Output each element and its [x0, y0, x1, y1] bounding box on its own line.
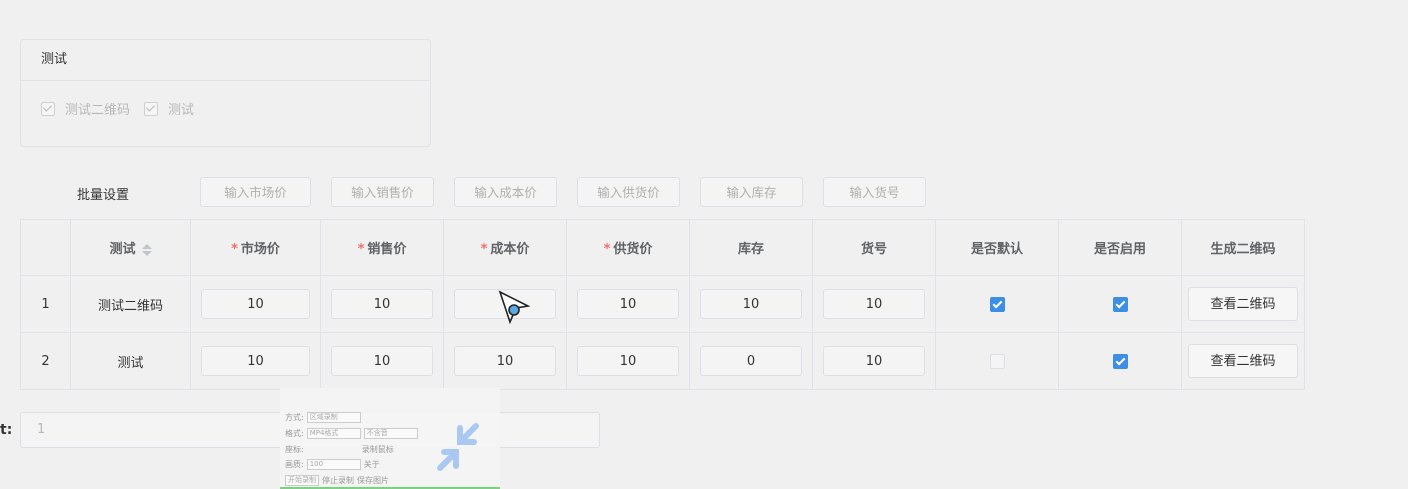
- table-row: 1 测试二维码 10 10 10 10 10 查看二维码: [20, 275, 1305, 333]
- col-is-default: 是否默认: [935, 219, 1059, 276]
- sku-input[interactable]: 10: [823, 289, 925, 319]
- recorder-mouse-toggle[interactable]: 录制鼠标: [362, 444, 394, 455]
- stock-input[interactable]: 0: [700, 346, 802, 376]
- recorder-quality-row: 画质: 100 关于: [285, 459, 380, 470]
- batch-sku-button[interactable]: 输入货号: [823, 177, 926, 207]
- col-index: [20, 219, 71, 276]
- required-mark: *: [231, 242, 238, 257]
- col-name-label: 测试: [109, 242, 136, 257]
- recorder-format-row: 格式: MP4格式 不含音: [285, 428, 418, 439]
- recorder-coord-row: 座标: 录制鼠标: [285, 444, 394, 455]
- sale-price-input[interactable]: 10: [331, 289, 433, 319]
- recorder-actions-row: 开始录制 停止录制 保存图片: [285, 475, 389, 486]
- recorder-coord-label: 座标:: [285, 445, 304, 454]
- required-mark: *: [480, 242, 488, 257]
- spec-options: 测试二维码 测试: [21, 81, 430, 118]
- required-mark: *: [603, 242, 611, 257]
- row-index: 2: [20, 332, 71, 390]
- is-default-checkbox[interactable]: [989, 353, 1005, 369]
- col-sku: 货号: [812, 219, 936, 276]
- col-market-price-label: 市场价: [240, 242, 280, 257]
- col-name[interactable]: 测试: [70, 219, 191, 276]
- supply-price-input[interactable]: 10: [577, 289, 679, 319]
- col-supply-price: * 供货价: [566, 219, 690, 276]
- col-stock: 库存: [689, 219, 813, 276]
- sku-table: 测试 * 市场价 * 销售价 * 成本价 * 供货价 库存 货号 是否默认 是否启用 生…: [20, 219, 1305, 390]
- col-is-enabled: 是否启用: [1058, 219, 1182, 276]
- batch-market-price-button[interactable]: 输入市场价: [200, 177, 311, 207]
- row-name: 测试二维码: [70, 275, 191, 333]
- batch-cost-price-button[interactable]: 输入成本价: [454, 177, 557, 207]
- recorder-stop-button[interactable]: 停止录制: [322, 475, 354, 486]
- recorder-overlay: 方式: 区域录制 格式: MP4格式 不含音 座标: 录制鼠标 画质: 100 …: [280, 388, 500, 489]
- sale-price-input[interactable]: 10: [331, 346, 433, 376]
- spec-option-label: 测试二维码: [65, 103, 131, 118]
- recorder-format-select[interactable]: MP4格式: [306, 428, 361, 439]
- view-qr-button[interactable]: 查看二维码: [1188, 287, 1298, 321]
- stock-input[interactable]: 10: [700, 289, 802, 319]
- batch-sale-price-button[interactable]: 输入销售价: [331, 177, 434, 207]
- market-price-input[interactable]: 10: [201, 289, 310, 319]
- batch-settings: 批量设置 输入市场价 输入销售价 输入成本价 输入供货价 输入库存 输入货号: [0, 177, 1000, 209]
- cost-price-input[interactable]: 10: [454, 346, 556, 376]
- col-qr: 生成二维码: [1181, 219, 1305, 276]
- col-sale-price-label: 销售价: [367, 242, 407, 257]
- row-name: 测试: [70, 332, 191, 390]
- recorder-save-button[interactable]: 保存图片: [357, 475, 389, 486]
- required-mark: *: [357, 242, 365, 257]
- sku-input[interactable]: 10: [823, 346, 925, 376]
- sort-icon[interactable]: [141, 243, 152, 256]
- spec-option-qr[interactable]: 测试二维码: [41, 99, 130, 118]
- recorder-mode-label: 方式:: [285, 413, 304, 422]
- recorder-quality-label: 画质:: [285, 460, 304, 469]
- col-cost-price-label: 成本价: [490, 242, 530, 257]
- batch-settings-label: 批量设置: [77, 188, 130, 203]
- recorder-format-label: 格式:: [285, 429, 304, 438]
- compress-icon[interactable]: [430, 418, 490, 478]
- checkbox-icon[interactable]: [41, 101, 55, 116]
- is-default-checkbox[interactable]: [989, 296, 1005, 312]
- is-enabled-checkbox[interactable]: [1112, 296, 1128, 312]
- is-enabled-checkbox[interactable]: [1112, 353, 1128, 369]
- table-row: 2 测试 10 10 10 10 0 10 查看二维码: [20, 332, 1305, 390]
- recorder-mode-select[interactable]: 区域录制: [306, 412, 361, 423]
- col-sale-price: * 销售价: [320, 219, 444, 276]
- recorder-audio-select[interactable]: 不含音: [363, 428, 418, 439]
- spec-option-test[interactable]: 测试: [144, 99, 194, 118]
- col-market-price: * 市场价: [190, 219, 321, 276]
- recorder-start-button[interactable]: 开始录制: [285, 475, 319, 486]
- recorder-about-link[interactable]: 关于: [364, 459, 380, 470]
- recorder-mode-row: 方式: 区域录制: [285, 412, 361, 423]
- view-qr-button[interactable]: 查看二维码: [1188, 344, 1298, 378]
- mouse-cursor-icon: [498, 290, 530, 325]
- supply-price-input[interactable]: 10: [577, 346, 679, 376]
- spec-card-title: 测试: [21, 40, 430, 81]
- col-cost-price: * 成本价: [443, 219, 567, 276]
- batch-supply-price-button[interactable]: 输入供货价: [577, 177, 680, 207]
- market-price-input[interactable]: 10: [201, 346, 310, 376]
- table-header-row: 测试 * 市场价 * 销售价 * 成本价 * 供货价 库存 货号 是否默认 是否启用 生…: [20, 219, 1305, 276]
- row-index: 1: [20, 275, 71, 333]
- recorder-quality-input[interactable]: 100: [306, 459, 361, 470]
- checkbox-icon[interactable]: [144, 101, 159, 116]
- col-supply-price-label: 供货价: [613, 242, 653, 257]
- spec-card: 测试 测试二维码 测试: [20, 39, 431, 147]
- bottom-field-label: t:: [0, 422, 13, 438]
- batch-stock-button[interactable]: 输入库存: [700, 177, 803, 207]
- spec-option-label: 测试: [168, 103, 195, 118]
